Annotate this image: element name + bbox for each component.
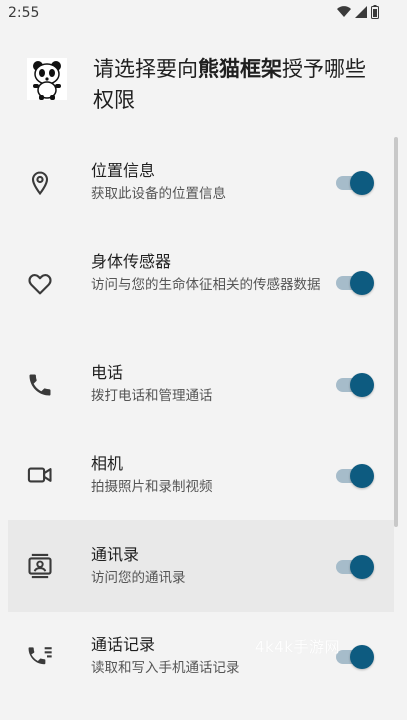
- permission-text: 相机 拍摄照片和录制视频: [91, 453, 321, 497]
- panda-app-icon: [27, 58, 67, 100]
- permission-item-phone[interactable]: 电话 拨打电话和管理通话: [8, 340, 394, 430]
- permission-text: 通讯录 访问您的通讯录: [91, 544, 321, 588]
- scrollbar[interactable]: [394, 137, 398, 527]
- permission-item-location[interactable]: 位置信息 获取此设备的位置信息: [8, 140, 394, 230]
- wifi-icon: [337, 6, 351, 18]
- toggle-thumb: [350, 464, 374, 488]
- permission-item-contacts[interactable]: 通讯录 访问您的通讯录: [8, 520, 394, 612]
- contacts-icon: [28, 553, 52, 579]
- page-title: 请选择要向熊猫框架授予哪些权限: [93, 54, 383, 116]
- toggle-thumb: [350, 373, 374, 397]
- watermark-text: 4k4k手游网: [255, 638, 340, 656]
- permission-description: 访问与您的生命体征相关的传感器数据: [91, 277, 321, 293]
- permission-title: 身体传感器: [91, 252, 172, 271]
- permission-description: 读取和写入手机通话记录: [91, 660, 240, 676]
- permission-header: 请选择要向熊猫框架授予哪些权限: [0, 50, 407, 120]
- phone-icon: [29, 374, 51, 396]
- toggle-switch-location[interactable]: [336, 168, 376, 198]
- toggle-thumb: [350, 271, 374, 295]
- toggle-switch-body-sensors[interactable]: [336, 268, 376, 298]
- permission-title: 电话: [91, 363, 124, 382]
- permission-description: 拨打电话和管理通话: [91, 388, 213, 404]
- signal-icon: [355, 6, 367, 18]
- permission-item-call-log[interactable]: 通话记录 读取和写入手机通话记录: [8, 612, 394, 712]
- toggle-thumb: [350, 645, 374, 669]
- permission-text: 身体传感器 访问与您的生命体征相关的传感器数据: [91, 251, 321, 295]
- camera-icon: [27, 467, 52, 483]
- permission-title: 通讯录: [91, 545, 140, 564]
- status-icons: [337, 5, 379, 19]
- call-log-icon: [28, 647, 52, 665]
- status-time: 2:55: [8, 5, 40, 21]
- permission-title: 位置信息: [91, 161, 156, 180]
- toggle-switch-phone[interactable]: [336, 370, 376, 400]
- permission-text: 电话 拨打电话和管理通话: [91, 362, 321, 406]
- toggle-switch-contacts[interactable]: [336, 552, 376, 582]
- title-prefix: 请选择要向: [93, 57, 198, 81]
- permission-description: 拍摄照片和录制视频: [91, 479, 213, 495]
- toggle-switch-camera[interactable]: [336, 461, 376, 491]
- location-icon: [31, 171, 49, 196]
- permission-text: 位置信息 获取此设备的位置信息: [91, 160, 321, 204]
- toggle-switch-call-log[interactable]: [336, 642, 376, 672]
- permission-title: 相机: [91, 454, 124, 473]
- toggle-thumb: [350, 555, 374, 579]
- permission-item-camera[interactable]: 相机 拍摄照片和录制视频: [8, 430, 394, 520]
- permission-item-body-sensors[interactable]: 身体传感器 访问与您的生命体征相关的传感器数据: [8, 230, 394, 340]
- app-name: 熊猫框架: [198, 57, 282, 81]
- permission-description: 获取此设备的位置信息: [91, 186, 226, 202]
- heart-icon: [28, 274, 52, 295]
- status-bar: 2:55: [0, 0, 407, 26]
- permission-description: 访问您的通讯录: [91, 570, 186, 586]
- toggle-thumb: [350, 171, 374, 195]
- battery-icon: [371, 5, 379, 19]
